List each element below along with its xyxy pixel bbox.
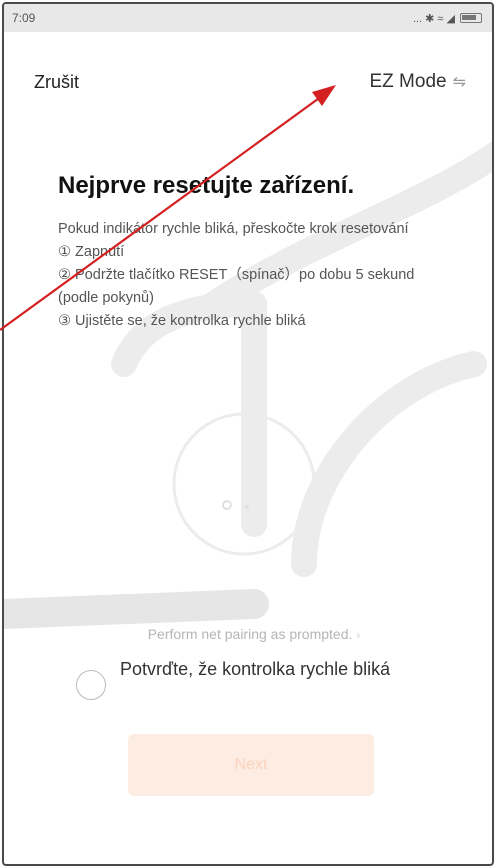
status-bar: 7:09 ... ✱ ≈ ◢: [4, 4, 492, 32]
swap-icon: ⇋: [452, 74, 466, 91]
confirm-blinking-option[interactable]: Potvrďte, že kontrolka rychle bliká: [76, 658, 436, 700]
status-icons: ... ✱ ≈ ◢: [413, 12, 482, 25]
page-title: Nejprve resetujte zařízení.: [58, 172, 355, 199]
device-illustration: [172, 412, 316, 556]
instruction-step-1: ① Zapnutí: [58, 244, 125, 260]
status-time: 7:09: [12, 11, 36, 25]
confirm-label: Potvrďte, že kontrolka rychle bliká: [120, 659, 391, 679]
header: Zrušit EZ Mode ⇋: [4, 64, 492, 100]
cancel-button[interactable]: Zrušit: [34, 72, 79, 93]
instruction-line: Pokud indikátor rychle bliká, přeskočte …: [58, 221, 409, 237]
ez-mode-switch[interactable]: EZ Mode ⇋: [370, 71, 467, 93]
signal-icons: ... ✱ ≈ ◢: [412, 12, 455, 25]
confirm-radio[interactable]: [76, 670, 106, 700]
mode-label: EZ Mode: [369, 71, 447, 92]
instruction-step-3: ③ Ujistěte se, že kontrolka rychle bliká: [58, 313, 306, 329]
instruction-step-2: ② Podržte tlačítko RESET（spínač）po dobu …: [58, 267, 415, 306]
next-button[interactable]: Next: [128, 734, 374, 796]
pairing-hint-link[interactable]: Perform net pairing as prompted. ›: [4, 626, 492, 642]
instructions: Pokud indikátor rychle bliká, přeskočte …: [58, 218, 438, 333]
chevron-right-icon: ›: [356, 628, 361, 642]
phone-frame: 7:09 ... ✱ ≈ ◢ Zrušit EZ Mode ⇋ Nejprve …: [2, 2, 494, 866]
battery-icon: [460, 13, 482, 23]
pairing-hint-text: Perform net pairing as prompted.: [147, 626, 353, 642]
